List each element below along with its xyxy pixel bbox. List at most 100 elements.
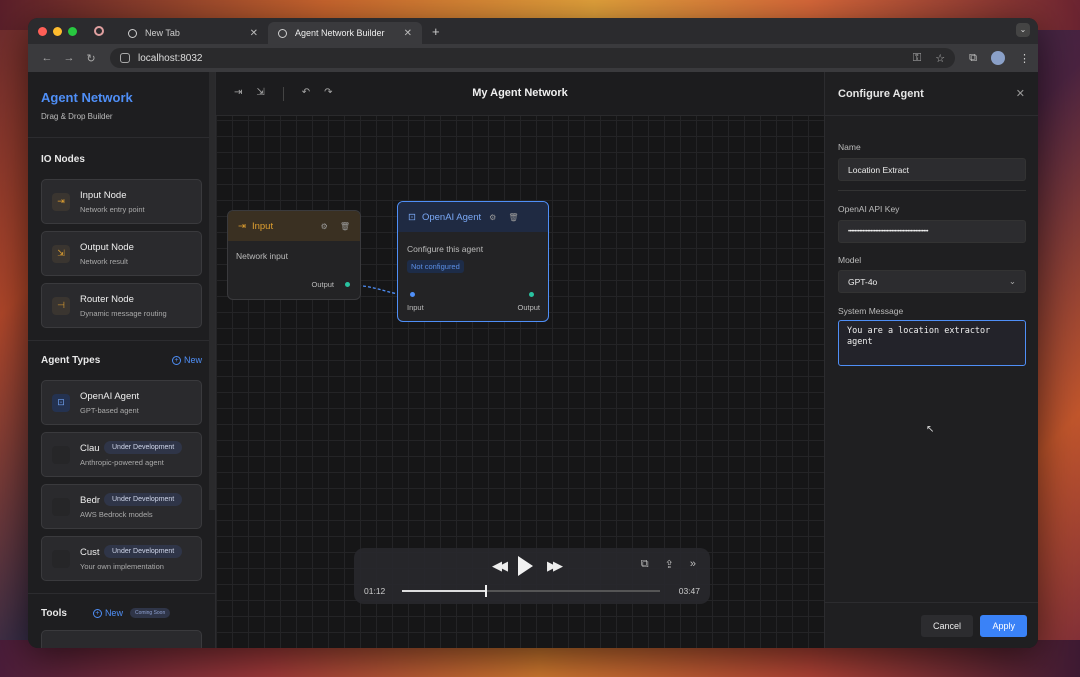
minimize-window-button[interactable] [53, 26, 62, 36]
media-player-overlay: ◀◀ ▶▶ ⧉ ⇪ » 01:12 03:47 [354, 548, 710, 604]
site-info-icon[interactable] [120, 53, 130, 63]
new-agent-button[interactable]: + New [171, 355, 202, 365]
node-body: Network input [236, 251, 288, 261]
extensions-icon[interactable]: ⧉ [969, 52, 977, 65]
share-icon[interactable]: ⇪ [665, 558, 674, 571]
fast-forward-icon[interactable]: ▶▶ [547, 558, 563, 574]
palette-bedrock-agent[interactable]: Bedr AWS Bedrock models Under Development [41, 484, 202, 529]
section-title: Agent Types [41, 354, 101, 366]
settings-gear-icon[interactable]: ⚙ [321, 222, 328, 231]
palette-openai-agent[interactable]: ⊡ OpenAI Agent GPT-based agent [41, 380, 202, 425]
new-tab-button[interactable]: + [432, 24, 440, 39]
model-select[interactable]: GPT-4o ⌄ [838, 270, 1026, 293]
api-key-field[interactable]: ••••••••••••••••••••••••••••••••••••••••… [838, 220, 1026, 243]
settings-gear-icon[interactable]: ⚙ [489, 213, 496, 222]
close-window-button[interactable] [38, 26, 47, 36]
card-desc: Network entry point [80, 204, 145, 214]
name-field[interactable]: Location Extract [838, 158, 1026, 181]
input-node-icon: ⇥ [52, 192, 70, 211]
browser-window: New Tab ✕ Agent Network Builder ✕ + ⌄ ← … [28, 18, 1038, 648]
system-message-textarea[interactable]: You are a location extractor agent [838, 320, 1026, 366]
bookmark-star-icon[interactable]: ☆ [935, 52, 945, 65]
scrubber-progress [402, 590, 485, 592]
under-development-badge: Under Development [104, 545, 183, 558]
cancel-button[interactable]: Cancel [920, 615, 973, 637]
input-node[interactable]: ⇥ Input ⚙ 🗑 Network input Output [227, 210, 361, 300]
palette-output-node[interactable]: ⇲ Output Node Network result [41, 231, 202, 276]
palette-custom-agent[interactable]: Cust Your own implementation Under Develo… [41, 536, 202, 581]
card-title: Input Node [80, 189, 127, 201]
card-desc: Dynamic message routing [80, 308, 167, 318]
rewind-icon[interactable]: ◀◀ [492, 558, 508, 574]
scrubber-handle[interactable] [484, 585, 487, 597]
coming-soon-badge: Coming Soon [129, 608, 171, 618]
input-port[interactable] [410, 292, 415, 297]
window-controls [38, 26, 94, 36]
router-node-icon: ⊣ [52, 296, 70, 315]
tab-title: Agent Network Builder [295, 28, 385, 38]
output-port[interactable] [345, 282, 350, 287]
current-time: 01:12 [364, 586, 386, 596]
close-icon[interactable]: ✕ [1016, 87, 1025, 100]
browser-menu-icon[interactable]: ⋮ [1019, 52, 1030, 65]
openai-agent-node[interactable]: ⊡ OpenAI Agent ⚙ 🗑 Configure this agent … [397, 201, 549, 322]
node-title: Input [251, 220, 274, 232]
tab-agent-network-builder[interactable]: Agent Network Builder ✕ [268, 22, 422, 44]
palette-router-node[interactable]: ⊣ Router Node Dynamic message routing [41, 283, 202, 328]
sidebar-scrollbar[interactable] [209, 72, 215, 510]
more-chevron-icon[interactable]: » [690, 558, 696, 571]
sidebar: Agent Network Drag & Drop Builder IO Nod… [28, 72, 216, 648]
mouse-cursor-icon: ↖ [926, 424, 935, 435]
picture-in-picture-icon[interactable]: ⧉ [641, 558, 649, 571]
api-key-label: OpenAI API Key [838, 204, 900, 214]
panel-footer: Cancel Apply [825, 602, 1038, 648]
output-port[interactable] [529, 292, 534, 297]
profile-avatar[interactable] [991, 51, 1005, 65]
tab-new-tab[interactable]: New Tab ✕ [118, 22, 268, 44]
input-node-header[interactable]: ⇥ Input ⚙ 🗑 [228, 211, 360, 241]
tools-heading: Tools + New Coming Soon [28, 606, 215, 620]
under-development-badge: Under Development [104, 493, 183, 506]
sidebar-header: Agent Network Drag & Drop Builder [28, 72, 215, 138]
delete-trash-icon[interactable]: 🗑 [508, 213, 518, 222]
agent-icon [52, 497, 70, 516]
close-tab-icon[interactable]: ✕ [250, 28, 258, 39]
password-key-icon[interactable]: ⚿ [913, 52, 921, 65]
delete-trash-icon[interactable]: 🗑 [340, 222, 350, 231]
new-label: New [183, 355, 202, 365]
card-title: Output Node [80, 241, 134, 253]
palette-claude-agent[interactable]: Clau Anthropic-powered agent Under Develo… [41, 432, 202, 477]
plus-icon: + [171, 355, 181, 365]
node-body: Configure this agent [407, 244, 484, 254]
divider [28, 593, 215, 594]
app-subtitle: Drag & Drop Builder [41, 112, 113, 121]
address-bar[interactable]: localhost:8032 ⚿ ☆ [110, 48, 956, 68]
palette-input-node[interactable]: ⇥ Input Node Network entry point [41, 179, 202, 224]
reload-icon[interactable]: ↻ [80, 52, 102, 65]
agent-node-body: Configure this agent Not configured [398, 232, 548, 273]
agent-types-heading: Agent Types + New [28, 353, 215, 367]
plus-icon: + [92, 608, 102, 618]
output-node-icon: ⇲ [52, 244, 70, 263]
new-tool-button[interactable]: + New Coming Soon [92, 608, 171, 618]
apply-button[interactable]: Apply [980, 615, 1027, 637]
name-label: Name [838, 142, 861, 152]
card-title: Router Node [80, 293, 134, 305]
scrubber-track[interactable] [402, 585, 660, 597]
tab-strip: New Tab ✕ Agent Network Builder ✕ + ⌄ [28, 18, 1038, 44]
tab-search-button[interactable]: ⌄ [1016, 23, 1030, 37]
card-title: OpenAI Agent [80, 390, 140, 402]
agent-icon [52, 445, 70, 464]
close-tab-icon[interactable]: ✕ [404, 28, 412, 39]
robot-icon: ⊡ [52, 393, 70, 412]
forward-icon[interactable]: → [58, 52, 80, 64]
play-icon[interactable] [518, 556, 533, 576]
total-time: 03:47 [678, 586, 700, 596]
back-icon[interactable]: ← [36, 52, 58, 64]
agent-node-header[interactable]: ⊡ OpenAI Agent ⚙ 🗑 [398, 202, 548, 232]
palette-tool-card[interactable] [41, 630, 202, 648]
maximize-window-button[interactable] [68, 26, 77, 36]
panel-header: Configure Agent ✕ [825, 72, 1038, 116]
network-canvas[interactable]: ⇥ ⇲ ↶ ↷ My Agent Network ⇥ Input ⚙ 🗑 Net… [216, 72, 824, 648]
robot-icon: ⊡ [408, 211, 416, 223]
